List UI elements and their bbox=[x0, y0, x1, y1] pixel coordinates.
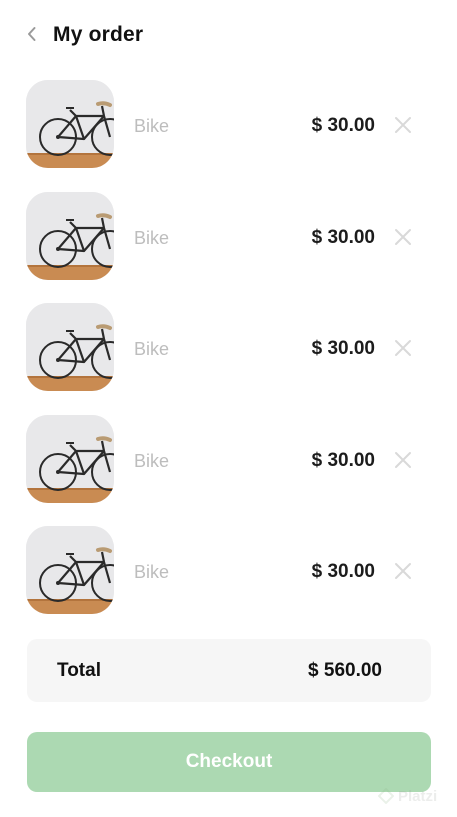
remove-item-button[interactable] bbox=[392, 449, 414, 471]
product-image bbox=[26, 415, 114, 503]
bicycle-photo bbox=[26, 303, 114, 391]
close-icon bbox=[395, 117, 411, 133]
bicycle-photo bbox=[26, 192, 114, 280]
watermark-text: Platzi bbox=[398, 787, 438, 805]
remove-item-button[interactable] bbox=[392, 560, 414, 582]
close-icon bbox=[395, 340, 411, 356]
order-item: Bike $ 30.00 bbox=[0, 80, 457, 168]
checkout-button[interactable]: Checkout bbox=[27, 732, 431, 792]
chevron-left-icon bbox=[28, 27, 36, 41]
remove-item-button[interactable] bbox=[392, 114, 414, 136]
order-total: Total $ 560.00 bbox=[27, 639, 431, 702]
bicycle-photo bbox=[26, 415, 114, 503]
close-icon bbox=[395, 563, 411, 579]
item-price: $ 30.00 bbox=[311, 115, 375, 136]
page-title: My order bbox=[53, 23, 144, 46]
item-name: Bike bbox=[134, 451, 170, 471]
product-image bbox=[26, 303, 114, 391]
item-name: Bike bbox=[134, 228, 170, 248]
item-price: $ 30.00 bbox=[311, 561, 375, 582]
total-value: $ 560.00 bbox=[308, 660, 382, 681]
platzi-watermark: Platzi bbox=[378, 786, 437, 806]
header: My order bbox=[0, 0, 457, 70]
order-item: Bike $ 30.00 bbox=[0, 415, 457, 503]
item-name: Bike bbox=[134, 116, 170, 136]
item-name: Bike bbox=[134, 339, 170, 359]
back-button[interactable] bbox=[20, 22, 44, 46]
item-price: $ 30.00 bbox=[311, 227, 375, 248]
remove-item-button[interactable] bbox=[392, 337, 414, 359]
total-label: Total bbox=[57, 660, 101, 681]
product-image bbox=[26, 80, 114, 168]
order-item: Bike $ 30.00 bbox=[0, 192, 457, 280]
item-price: $ 30.00 bbox=[311, 450, 375, 471]
close-icon bbox=[395, 452, 411, 468]
my-order-screen: My order Bike $ 30.00 Bike $ 30.00 Bike … bbox=[0, 0, 457, 817]
item-name: Bike bbox=[134, 562, 170, 582]
order-item: Bike $ 30.00 bbox=[0, 526, 457, 614]
bicycle-photo bbox=[26, 526, 114, 614]
remove-item-button[interactable] bbox=[392, 226, 414, 248]
platzi-logo-icon bbox=[378, 788, 394, 804]
product-image bbox=[26, 526, 114, 614]
bicycle-photo bbox=[26, 80, 114, 168]
item-price: $ 30.00 bbox=[311, 338, 375, 359]
product-image bbox=[26, 192, 114, 280]
close-icon bbox=[395, 229, 411, 245]
order-item: Bike $ 30.00 bbox=[0, 303, 457, 391]
